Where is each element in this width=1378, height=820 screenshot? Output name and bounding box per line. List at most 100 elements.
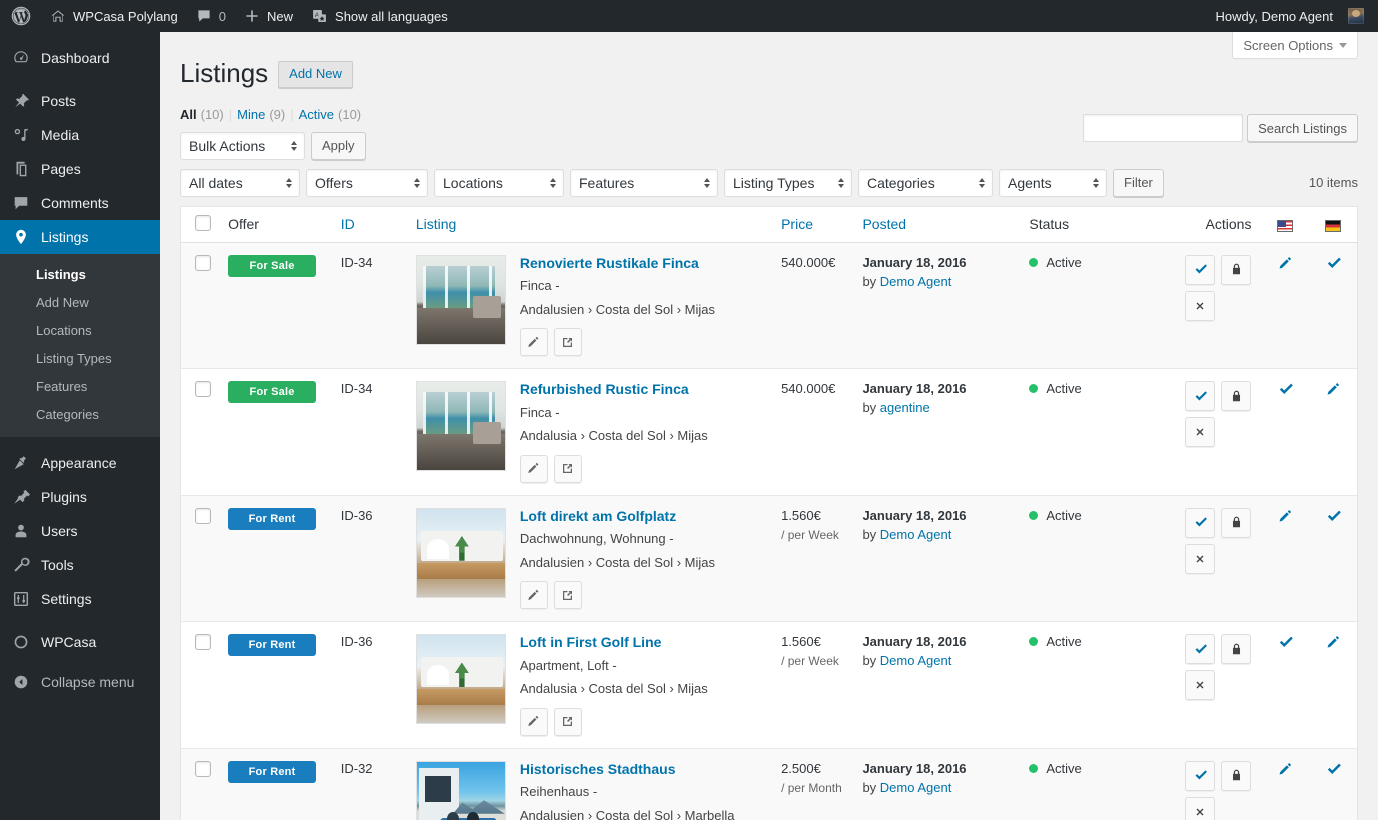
filter-select-features[interactable]: Features [570, 169, 718, 197]
row-select-checkbox[interactable] [195, 634, 211, 650]
translation-en-check-icon[interactable] [1277, 381, 1294, 398]
column-header-flag-de [1309, 206, 1357, 242]
search-input[interactable] [1083, 114, 1243, 142]
row-select-checkbox[interactable] [195, 508, 211, 524]
sidebar-item-wpcasa[interactable]: WPCasa [0, 625, 160, 659]
row-edit-button[interactable] [520, 708, 548, 736]
sidebar-item-users[interactable]: Users [0, 514, 160, 548]
comments-button[interactable]: 0 [187, 0, 235, 32]
translation-en-check-icon[interactable] [1277, 634, 1294, 651]
row-select-checkbox[interactable] [195, 761, 211, 777]
translation-de-check-icon[interactable] [1325, 761, 1342, 778]
sidebar-item-tools[interactable]: Tools [0, 548, 160, 582]
select-all-checkbox[interactable] [195, 215, 211, 231]
listing-title-link[interactable]: Renovierte Rustikale Finca [520, 255, 761, 273]
screen-options-button[interactable]: Screen Options [1232, 32, 1358, 59]
filter-select-all-dates[interactable]: All dates [180, 169, 300, 197]
translation-en-pencil-icon[interactable] [1277, 761, 1294, 778]
action-remove-button[interactable] [1185, 291, 1215, 321]
action-approve-button[interactable] [1185, 508, 1215, 538]
home-icon [50, 8, 66, 24]
posted-by-link[interactable]: Demo Agent [880, 653, 952, 668]
search-submit-button[interactable]: Search Listings [1247, 114, 1358, 142]
filter-select-locations[interactable]: Locations [434, 169, 564, 197]
translation-de-pencil-icon[interactable] [1325, 381, 1342, 398]
row-view-button[interactable] [554, 455, 582, 483]
row-select-checkbox[interactable] [195, 255, 211, 271]
translation-en-pencil-icon[interactable] [1277, 508, 1294, 525]
action-approve-button[interactable] [1185, 761, 1215, 791]
row-select-checkbox[interactable] [195, 381, 211, 397]
add-new-button[interactable]: Add New [278, 61, 353, 88]
filter-select-listing-types[interactable]: Listing Types [724, 169, 852, 197]
filter-select-agents[interactable]: Agents [999, 169, 1107, 197]
action-approve-button[interactable] [1185, 634, 1215, 664]
filter-select-categories[interactable]: Categories [858, 169, 993, 197]
filter-button[interactable]: Filter [1113, 169, 1164, 197]
action-lock-button[interactable] [1221, 255, 1251, 285]
view-link-active[interactable]: Active [299, 107, 334, 122]
row-edit-button[interactable] [520, 328, 548, 356]
submenu-item-categories[interactable]: Categories [0, 401, 160, 429]
column-sort-listing[interactable]: Listing [416, 216, 456, 232]
sidebar-item-settings[interactable]: Settings [0, 582, 160, 616]
sidebar-item-comments[interactable]: Comments [0, 186, 160, 220]
action-remove-button[interactable] [1185, 797, 1215, 820]
listing-title-link[interactable]: Refurbished Rustic Finca [520, 381, 761, 399]
column-sort-id[interactable]: ID [341, 216, 355, 232]
bulk-actions-select[interactable]: Bulk Actions [180, 132, 305, 160]
offer-badge: For Sale [228, 255, 316, 277]
sidebar-item-posts[interactable]: Posts [0, 84, 160, 118]
column-sort-price[interactable]: Price [781, 216, 813, 232]
action-approve-button[interactable] [1185, 255, 1215, 285]
row-view-button[interactable] [554, 708, 582, 736]
listing-title-link[interactable]: Loft direkt am Golfplatz [520, 508, 761, 526]
posted-by-link[interactable]: agentine [880, 400, 930, 415]
user-icon [11, 522, 31, 540]
submenu-item-features[interactable]: Features [0, 373, 160, 401]
sidebar-item-plugins[interactable]: Plugins [0, 480, 160, 514]
action-lock-button[interactable] [1221, 761, 1251, 791]
sidebar-item-listings[interactable]: Listings [0, 220, 160, 254]
site-name-button[interactable]: WPCasa Polylang [41, 0, 187, 32]
apply-button[interactable]: Apply [311, 132, 366, 160]
submenu-item-listing-types[interactable]: Listing Types [0, 345, 160, 373]
posted-by-link[interactable]: Demo Agent [880, 527, 952, 542]
row-view-button[interactable] [554, 581, 582, 609]
filter-select-offers[interactable]: Offers [306, 169, 428, 197]
row-view-button[interactable] [554, 328, 582, 356]
row-edit-button[interactable] [520, 581, 548, 609]
action-remove-button[interactable] [1185, 544, 1215, 574]
wordpress-logo-button[interactable] [0, 0, 41, 32]
view-link-all[interactable]: All [180, 107, 197, 122]
action-lock-button[interactable] [1221, 634, 1251, 664]
show-all-languages-button[interactable]: A Show all languages [302, 0, 457, 32]
avatar [1348, 8, 1364, 24]
action-remove-button[interactable] [1185, 670, 1215, 700]
translation-de-check-icon[interactable] [1325, 255, 1342, 272]
sidebar-item-pages[interactable]: Pages [0, 152, 160, 186]
submenu-item-add-new[interactable]: Add New [0, 289, 160, 317]
translation-de-pencil-icon[interactable] [1325, 634, 1342, 651]
submenu-item-listings[interactable]: Listings [0, 261, 160, 289]
listing-title-link[interactable]: Loft in First Golf Line [520, 634, 761, 652]
posted-by-link[interactable]: Demo Agent [880, 274, 952, 289]
action-lock-button[interactable] [1221, 508, 1251, 538]
sidebar-item-dashboard[interactable]: Dashboard [0, 41, 160, 75]
action-lock-button[interactable] [1221, 381, 1251, 411]
listing-title-link[interactable]: Historisches Stadthaus [520, 761, 761, 779]
posted-by-link[interactable]: Demo Agent [880, 780, 952, 795]
new-content-button[interactable]: New [235, 0, 302, 32]
column-sort-posted[interactable]: Posted [862, 216, 906, 232]
my-account-button[interactable]: Howdy, Demo Agent [1206, 0, 1378, 32]
translation-de-check-icon[interactable] [1325, 508, 1342, 525]
action-approve-button[interactable] [1185, 381, 1215, 411]
sidebar-item-collapse-menu[interactable]: Collapse menu [0, 665, 160, 699]
translation-en-pencil-icon[interactable] [1277, 255, 1294, 272]
sidebar-item-media[interactable]: Media [0, 118, 160, 152]
action-remove-button[interactable] [1185, 417, 1215, 447]
submenu-item-locations[interactable]: Locations [0, 317, 160, 345]
view-link-mine[interactable]: Mine [237, 107, 265, 122]
sidebar-item-appearance[interactable]: Appearance [0, 446, 160, 480]
row-edit-button[interactable] [520, 455, 548, 483]
